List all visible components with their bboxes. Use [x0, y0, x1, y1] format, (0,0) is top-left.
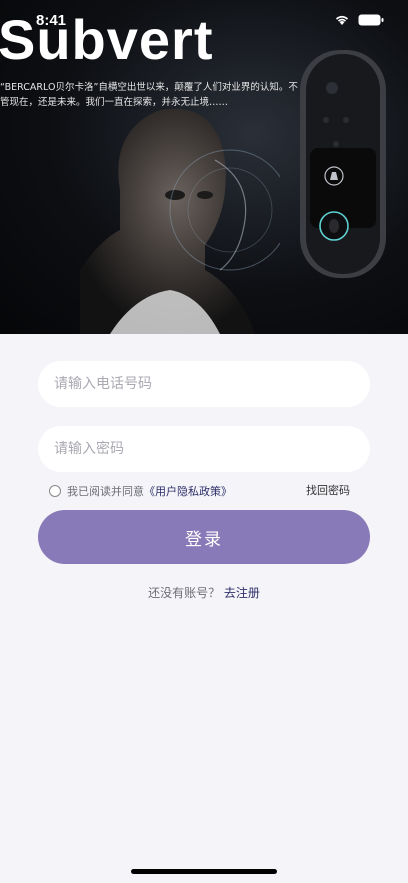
agreement-radio[interactable] [49, 485, 61, 497]
brand-description: “BERCARLO贝尔卡洛”自横空出世以来，颠覆了人们对业界的认知。不管现在，还… [0, 82, 298, 108]
hero-banner: 8:41 Subvert “BERCARLO贝尔卡洛”自横空出世以来，颠覆了人们… [0, 0, 408, 334]
battery-icon [358, 14, 384, 26]
smart-doorbell-image [300, 50, 386, 278]
home-indicator [131, 869, 277, 874]
phone-input[interactable] [38, 361, 370, 407]
wifi-icon [335, 15, 349, 25]
agreement-text: 我已阅读并同意 [67, 485, 144, 498]
brand-title: Subvert [0, 8, 214, 71]
privacy-policy-link[interactable]: 《用户隐私政策》 [144, 483, 232, 499]
login-button[interactable]: 登录 [38, 510, 370, 564]
register-prompt: 还没有账号？ [148, 586, 221, 600]
forgot-password-link[interactable]: 找回密码 [306, 483, 350, 499]
register-link[interactable]: 去注册 [224, 586, 260, 600]
register-row: 还没有账号？ 去注册 [0, 584, 408, 601]
password-input[interactable] [38, 426, 370, 472]
agreement-row: 我已阅读并同意 《用户隐私政策》 [49, 483, 232, 499]
